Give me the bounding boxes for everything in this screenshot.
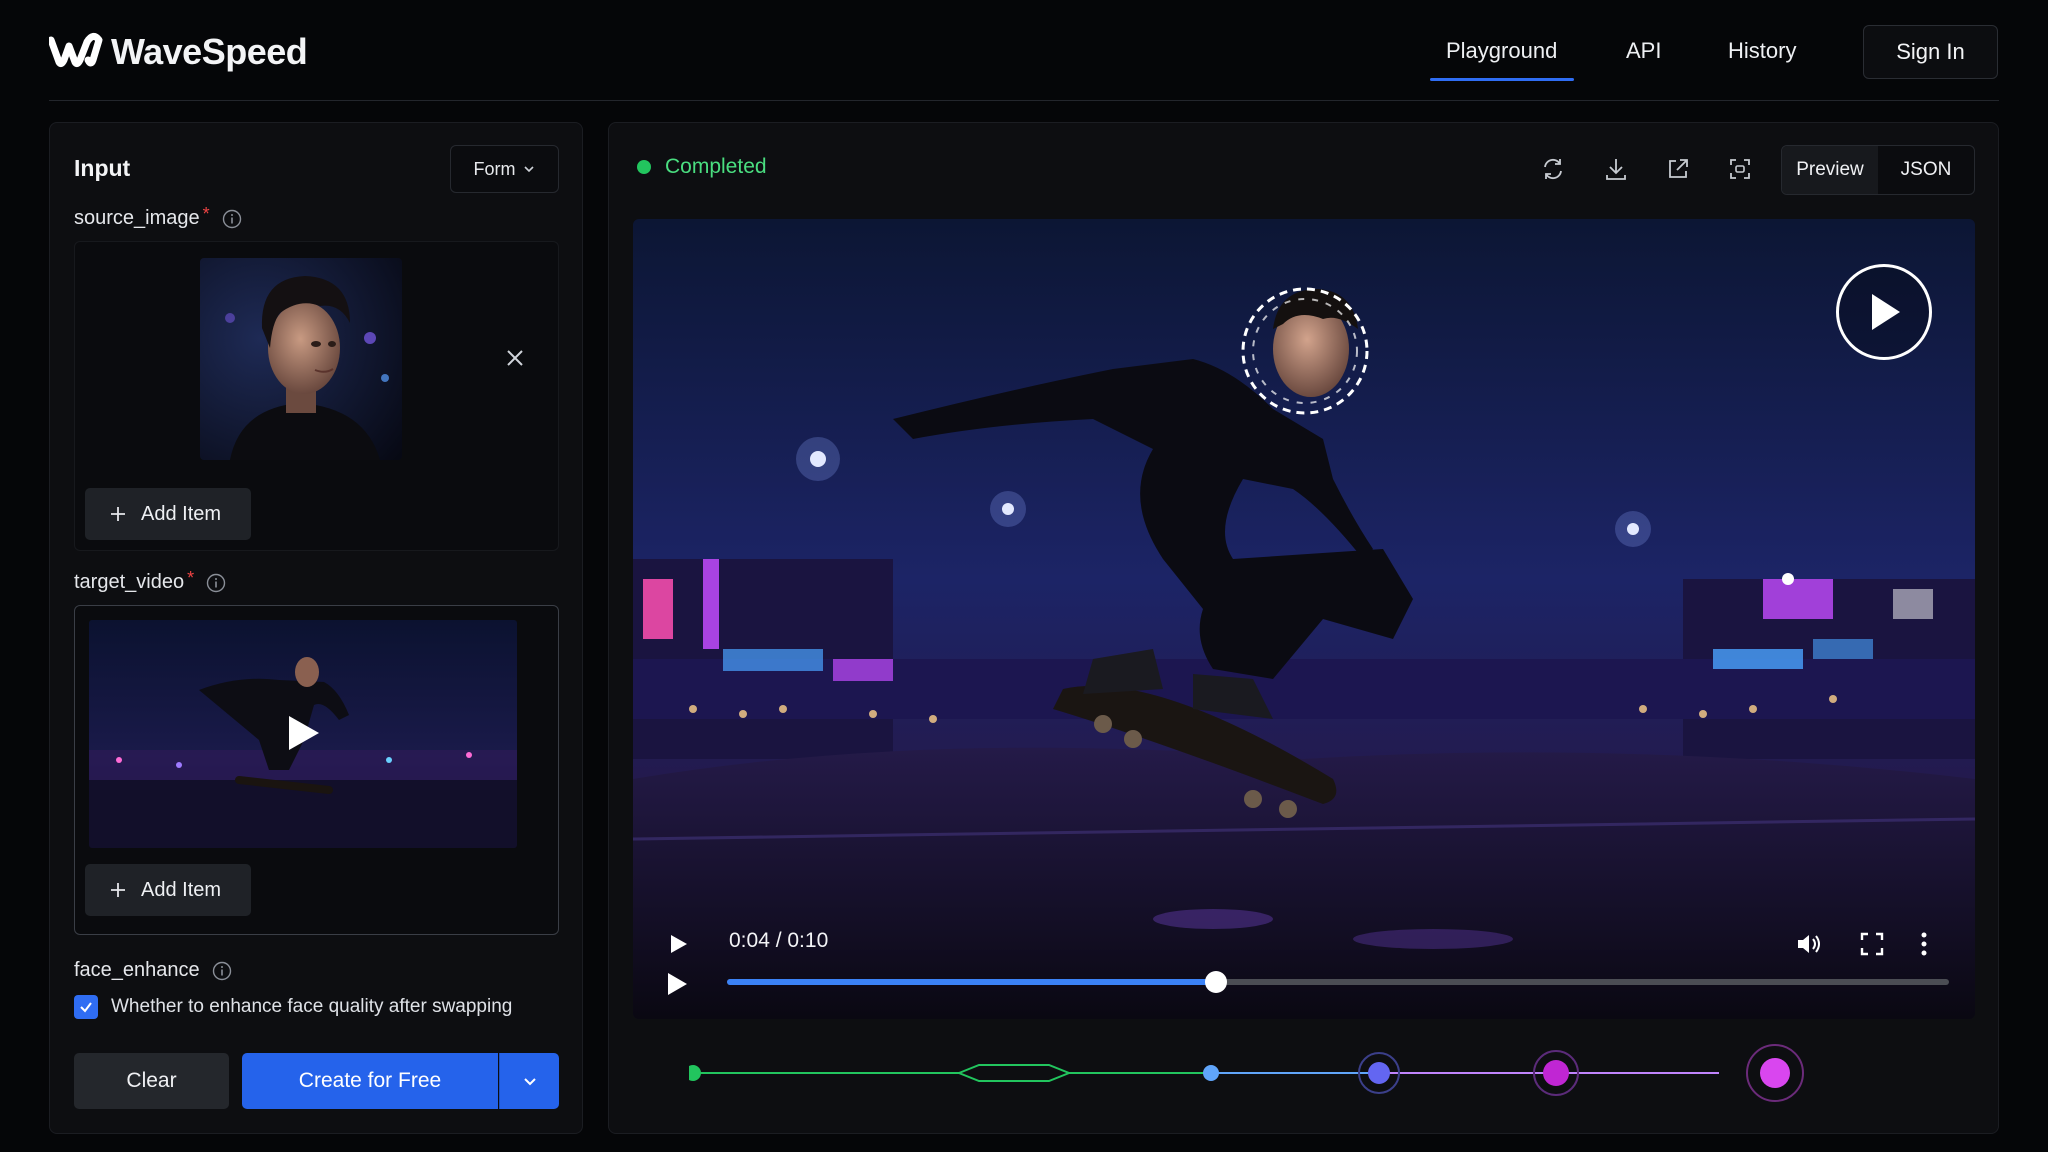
checkmark-icon <box>80 1002 92 1013</box>
timeline-node[interactable] <box>1368 1062 1390 1084</box>
target-video-dropzone[interactable]: Add Item <box>74 605 559 935</box>
wave-logo-icon <box>49 33 103 68</box>
required-mark: * <box>187 568 195 588</box>
progress-handle[interactable] <box>1204 971 1227 993</box>
download-icon[interactable] <box>1602 155 1630 183</box>
brand-logo[interactable]: WaveSpeed <box>49 31 308 72</box>
brand-name: WaveSpeed <box>111 31 308 72</box>
screenshot-icon[interactable] <box>1726 155 1754 183</box>
top-header: WaveSpeed Playground API History Sign In <box>0 0 2048 101</box>
target-video-thumbnail[interactable] <box>89 620 517 848</box>
plus-icon <box>111 883 125 897</box>
input-panel-title: Input <box>74 155 131 181</box>
status-text: Completed <box>665 155 767 178</box>
processing-timeline <box>689 1044 1804 1102</box>
chevron-down-icon <box>523 166 534 173</box>
nav-active-indicator <box>1430 78 1574 81</box>
video-frame <box>633 219 1975 1019</box>
fullscreen-icon[interactable] <box>1859 931 1885 957</box>
timeline-node[interactable] <box>1760 1058 1790 1088</box>
json-tab[interactable]: JSON <box>1878 146 1974 194</box>
external-link-icon[interactable] <box>1664 155 1692 183</box>
source-image-dropzone[interactable]: Add Item <box>74 241 559 551</box>
plus-icon <box>111 507 125 521</box>
input-panel: Input Form source_image * Add Item targe… <box>49 122 583 1134</box>
create-options-dropdown[interactable] <box>499 1053 559 1109</box>
timeline-node[interactable] <box>1203 1065 1219 1081</box>
add-target-video-button[interactable]: Add Item <box>85 864 251 916</box>
preview-tab[interactable]: Preview <box>1782 146 1878 194</box>
mode-select-value: Form <box>473 158 516 179</box>
chevron-down-icon <box>523 1078 536 1086</box>
face-enhance-description: Whether to enhance face quality after sw… <box>111 996 513 1017</box>
progress-bar[interactable] <box>727 971 1949 993</box>
add-source-image-button[interactable]: Add Item <box>85 488 251 540</box>
output-video-player[interactable]: 0:04 / 0:10 <box>633 219 1975 1019</box>
nav-playground[interactable]: Playground <box>1446 38 1557 64</box>
source-image-label: source_image * <box>74 204 242 230</box>
playback-time: 0:04 / 0:10 <box>729 929 829 952</box>
play-icon <box>1872 294 1900 330</box>
target-video-label: target_video * <box>74 568 226 594</box>
refresh-icon[interactable] <box>1539 155 1567 183</box>
nav-history[interactable]: History <box>1728 38 1796 64</box>
timeline-node[interactable] <box>689 1065 701 1081</box>
sign-in-button[interactable]: Sign In <box>1863 25 1998 79</box>
play-icon[interactable] <box>665 971 689 997</box>
video-play-icon[interactable] <box>287 714 321 752</box>
header-divider <box>49 100 1999 101</box>
status-dot <box>637 160 651 174</box>
big-play-button[interactable] <box>1836 264 1932 360</box>
info-icon[interactable] <box>212 961 232 981</box>
info-icon[interactable] <box>206 573 226 593</box>
view-toggle: Preview JSON <box>1781 145 1975 195</box>
play-icon[interactable] <box>667 933 689 955</box>
output-panel: Completed Preview JSON 0:04 / 0:10 <box>608 122 1999 1134</box>
required-mark: * <box>202 204 210 224</box>
info-icon[interactable] <box>222 209 242 229</box>
more-options-icon[interactable] <box>1919 931 1929 957</box>
face-enhance-label: face_enhance <box>74 959 232 982</box>
nav-api[interactable]: API <box>1626 38 1661 64</box>
progress-fill <box>727 979 1216 985</box>
source-image-thumbnail <box>200 258 402 460</box>
volume-icon[interactable] <box>1795 931 1823 957</box>
mode-select[interactable]: Form <box>450 145 559 193</box>
create-button[interactable]: Create for Free <box>242 1053 498 1109</box>
face-enhance-checkbox[interactable] <box>74 995 98 1019</box>
remove-image-icon[interactable] <box>503 346 527 370</box>
status-badge: Completed <box>637 155 767 179</box>
timeline-segment <box>956 1064 1072 1082</box>
clear-button[interactable]: Clear <box>74 1053 229 1109</box>
timeline-node[interactable] <box>1543 1060 1569 1086</box>
